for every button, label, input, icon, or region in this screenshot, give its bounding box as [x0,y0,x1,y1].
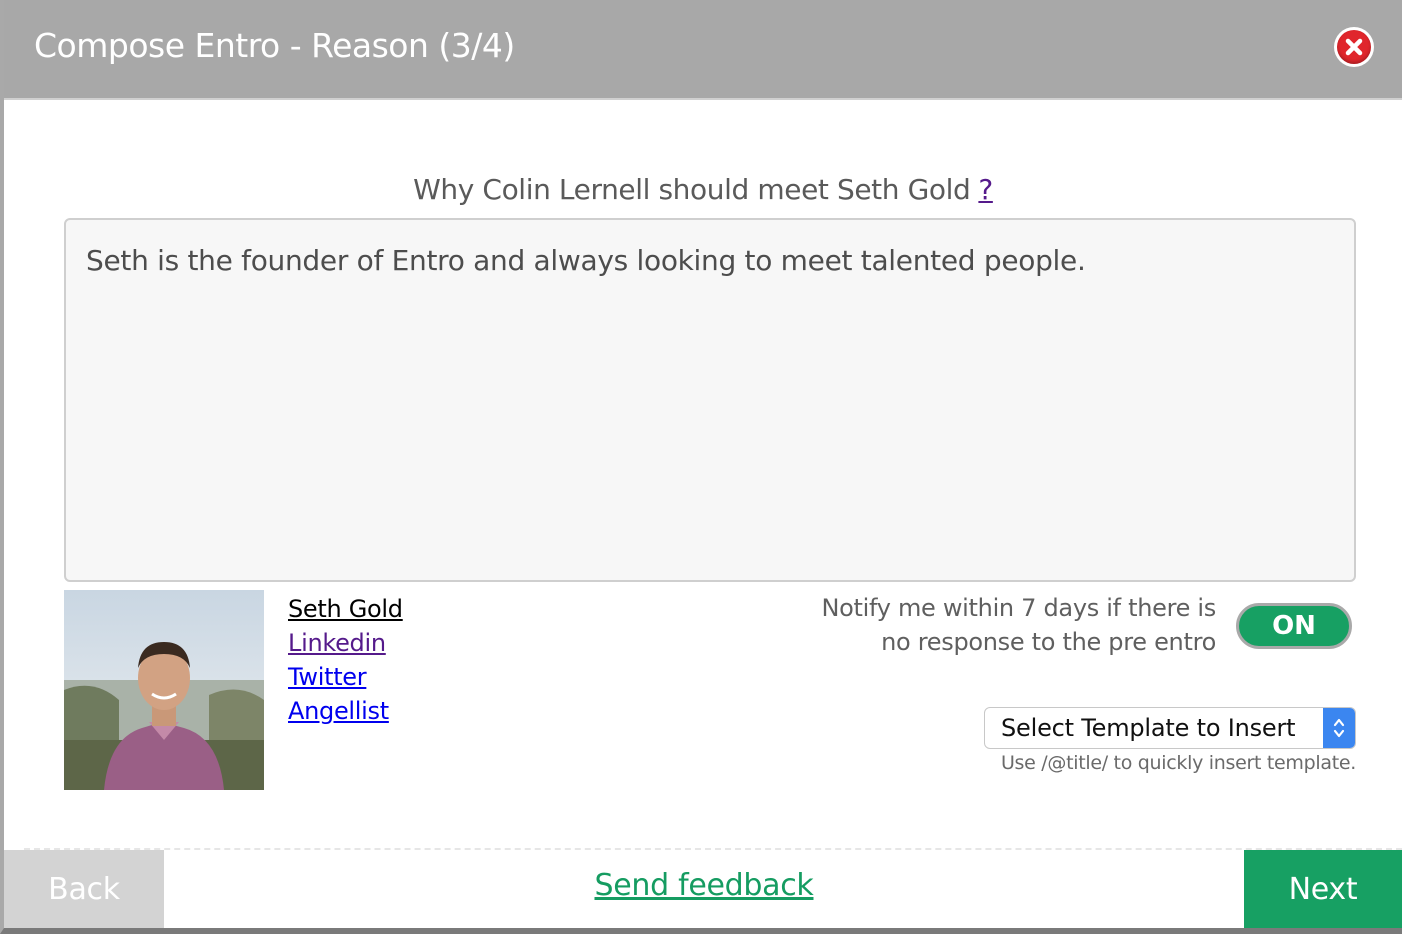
compose-dialog: Compose Entro - Reason (3/4) Why Colin L… [0,0,1402,934]
notify-label-line1: Notify me within 7 days if there is [821,594,1217,622]
template-select[interactable]: Select Template to Insert [984,707,1356,749]
notify-toggle[interactable]: ON [1236,603,1352,649]
footer-divider [24,848,1402,850]
reason-textarea[interactable] [64,218,1356,582]
template-select-value: Select Template to Insert [1001,714,1296,742]
close-icon [1337,30,1371,64]
dialog-header: Compose Entro - Reason (3/4) [4,0,1402,100]
profile-photo [64,590,264,790]
reason-question: Why Colin Lernell should meet Seth Gold? [4,173,1402,206]
profile-links: Seth Gold Linkedin Twitter Angellist [288,592,403,728]
question-text: Why Colin Lernell should meet Seth Gold [413,173,971,206]
dialog-title: Compose Entro - Reason (3/4) [34,26,515,65]
select-arrows-icon [1323,708,1355,748]
linkedin-link[interactable]: Linkedin [288,629,386,657]
profile-name-link[interactable]: Seth Gold [288,595,403,623]
twitter-link[interactable]: Twitter [288,663,367,691]
toggle-label: ON [1272,611,1316,641]
notify-label: Notify me within 7 days if there is no r… [784,591,1217,659]
notify-label-line2: no response to the pre entro [881,628,1216,656]
help-link[interactable]: ? [978,173,993,206]
angellist-link[interactable]: Angellist [288,697,389,725]
next-button[interactable]: Next [1244,850,1402,928]
back-button[interactable]: Back [4,850,164,928]
close-button[interactable] [1334,27,1374,67]
template-hint: Use /@title/ to quickly insert template. [1000,752,1356,774]
send-feedback-link[interactable]: Send feedback [164,868,1244,903]
